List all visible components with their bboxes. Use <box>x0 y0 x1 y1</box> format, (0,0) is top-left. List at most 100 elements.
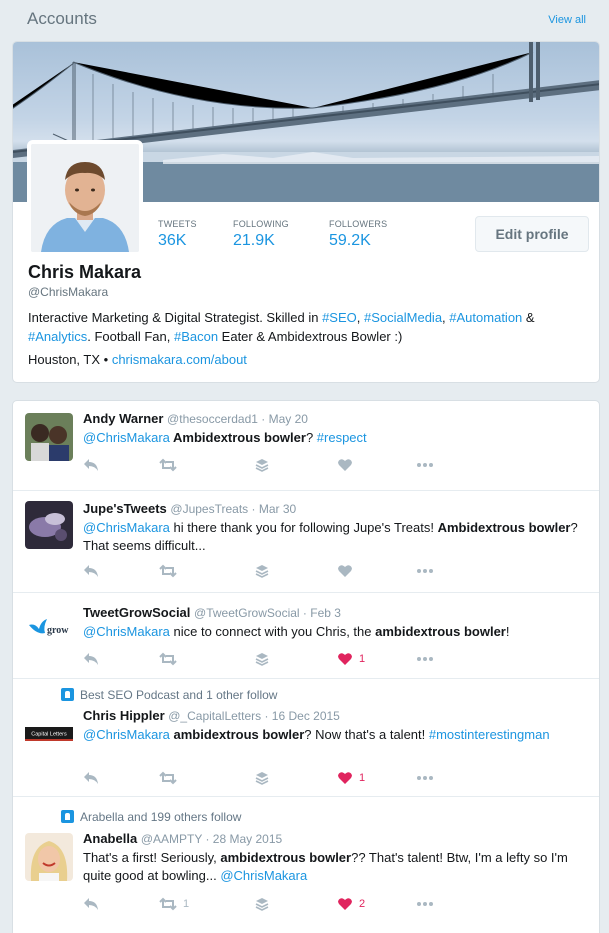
profile-name: Chris Makara <box>28 262 142 282</box>
reply-icon <box>84 565 98 577</box>
tweet-text: @ChrisMakara hi there thank you for foll… <box>83 519 588 555</box>
tweet-item[interactable]: grow TweetGrowSocial @TweetGrowSocial · … <box>13 593 599 679</box>
hashtag-link[interactable]: #SEO <box>322 310 357 325</box>
tweet-author-name[interactable]: TweetGrowSocial <box>83 605 190 620</box>
more-button[interactable] <box>417 457 433 473</box>
stat-following[interactable]: FOLLOWING 21.9K <box>233 219 289 250</box>
tweet-item[interactable]: Best SEO Podcast and 1 other follow Capi… <box>13 679 599 797</box>
stat-following-label: FOLLOWING <box>233 219 289 229</box>
retweet-button[interactable] <box>159 770 183 786</box>
more-icon <box>417 902 433 906</box>
stat-tweets-label: TWEETS <box>158 219 197 229</box>
collection-button[interactable] <box>255 896 269 912</box>
collection-button[interactable] <box>255 770 269 786</box>
more-button[interactable] <box>417 770 433 786</box>
capital-letters-logo-text: Capital Letters <box>31 732 67 738</box>
tweet-text: That's a first! Seriously, ambidextrous … <box>83 849 588 885</box>
follow-context-text[interactable]: Best SEO Podcast and 1 other follow <box>80 688 277 702</box>
mention-link[interactable]: @ChrisMakara <box>83 727 170 742</box>
tweet-avatar[interactable] <box>25 501 73 549</box>
profile-location: Houston, TX <box>28 352 101 367</box>
reply-button[interactable] <box>83 896 99 912</box>
collection-button[interactable] <box>255 457 269 473</box>
hashtag-link[interactable]: #SocialMedia <box>364 310 442 325</box>
tweet-bold-text: ambidextrous bowler <box>220 850 352 865</box>
profile-card: TWEETS 36K FOLLOWING 21.9K FOLLOWERS 59.… <box>12 41 600 383</box>
reply-icon <box>84 898 98 910</box>
like-count: 1 <box>359 653 366 665</box>
mention-link[interactable]: @ChrisMakara <box>83 624 170 639</box>
bio-text: Interactive Marketing & Digital Strategi… <box>28 310 323 325</box>
location-separator: • <box>100 352 112 367</box>
reply-icon <box>84 772 98 784</box>
like-button[interactable] <box>337 457 359 473</box>
more-icon <box>417 657 433 661</box>
hashtag-link[interactable]: #Automation <box>449 310 522 325</box>
bio-text: , <box>356 310 364 325</box>
stat-tweets-value: 36K <box>158 232 187 249</box>
stack-icon <box>255 653 269 666</box>
more-button[interactable] <box>417 896 433 912</box>
tweet-avatar[interactable] <box>25 413 73 461</box>
stack-icon <box>255 772 269 785</box>
stat-tweets[interactable]: TWEETS 36K <box>158 219 197 250</box>
tweet-avatar[interactable] <box>25 833 73 881</box>
tweet-header: Anabella @AAMPTY · 28 May 2015 <box>83 831 282 846</box>
hashtag-link[interactable]: #mostinterestingman <box>429 727 550 742</box>
tweet-meta[interactable]: @TweetGrowSocial · Feb 3 <box>194 606 341 620</box>
stat-followers-label: FOLLOWERS <box>329 219 388 229</box>
collection-button[interactable] <box>255 651 269 667</box>
collection-button[interactable] <box>255 563 269 579</box>
reply-button[interactable] <box>83 651 99 667</box>
retweet-button[interactable] <box>159 457 183 473</box>
tweet-meta[interactable]: @JupesTreats · Mar 30 <box>170 502 296 516</box>
like-button[interactable]: 1 <box>337 651 365 667</box>
follow-context: Best SEO Podcast and 1 other follow <box>61 688 277 702</box>
reply-button[interactable] <box>83 770 99 786</box>
like-count: 1 <box>359 772 366 784</box>
user-follow-icon <box>61 688 74 701</box>
retweet-button[interactable] <box>159 563 183 579</box>
reply-icon <box>84 653 98 665</box>
tweet-author-name[interactable]: Chris Hippler <box>83 708 165 723</box>
tweet-author-name[interactable]: Jupe'sTweets <box>83 501 167 516</box>
tweet-author-name[interactable]: Andy Warner <box>83 411 163 426</box>
profile-handle[interactable]: @ChrisMakara <box>28 285 108 299</box>
hashtag-link[interactable]: #Analytics <box>28 329 87 344</box>
tweet-avatar[interactable]: grow <box>25 603 73 651</box>
tweet-plain-text: hi there thank you for following Jupe's … <box>169 520 438 535</box>
hashtag-link[interactable]: #respect <box>317 430 367 445</box>
tweet-author-name[interactable]: Anabella <box>83 831 137 846</box>
tweetgrow-logo-text: grow <box>47 625 69 636</box>
hashtag-link[interactable]: #Bacon <box>174 329 218 344</box>
capital-letters-logo: Capital Letters <box>25 709 73 757</box>
edit-profile-button[interactable]: Edit profile <box>475 216 589 252</box>
view-all-link[interactable]: View all <box>548 14 586 26</box>
tweet-item[interactable]: Arabella and 199 others follow Anabella … <box>13 797 599 933</box>
mention-link[interactable]: @ChrisMakara <box>83 520 170 535</box>
profile-url-link[interactable]: chrismakara.com/about <box>112 352 247 367</box>
tweet-item[interactable]: Andy Warner @thesoccerdad1 · May 20 @Chr… <box>13 401 599 491</box>
tweet-bold-text: ambidextrous bowler <box>173 727 305 742</box>
retweet-button[interactable] <box>159 651 183 667</box>
reply-button[interactable] <box>83 563 99 579</box>
mention-link[interactable]: @ChrisMakara <box>83 430 170 445</box>
tweet-meta[interactable]: @thesoccerdad1 · May 20 <box>167 412 308 426</box>
more-button[interactable] <box>417 563 433 579</box>
retweet-button[interactable]: 1 <box>159 896 189 912</box>
stat-followers[interactable]: FOLLOWERS 59.2K <box>329 219 387 250</box>
more-icon <box>417 569 433 573</box>
more-button[interactable] <box>417 651 433 667</box>
tweet-meta[interactable]: @_CapitalLetters · 16 Dec 2015 <box>168 709 340 723</box>
retweet-icon <box>159 771 177 785</box>
tweet-item[interactable]: Jupe'sTweets @JupesTreats · Mar 30 @Chri… <box>13 491 599 593</box>
reply-button[interactable] <box>83 457 99 473</box>
tweet-meta[interactable]: @AAMPTY · 28 May 2015 <box>141 832 282 846</box>
follow-context-text[interactable]: Arabella and 199 others follow <box>80 810 241 824</box>
like-button[interactable]: 2 <box>337 896 365 912</box>
mention-link[interactable]: @ChrisMakara <box>220 868 307 883</box>
profile-avatar[interactable] <box>27 140 143 256</box>
tweet-avatar[interactable]: Capital Letters <box>25 709 73 757</box>
like-button[interactable]: 1 <box>337 770 365 786</box>
like-button[interactable] <box>337 563 359 579</box>
